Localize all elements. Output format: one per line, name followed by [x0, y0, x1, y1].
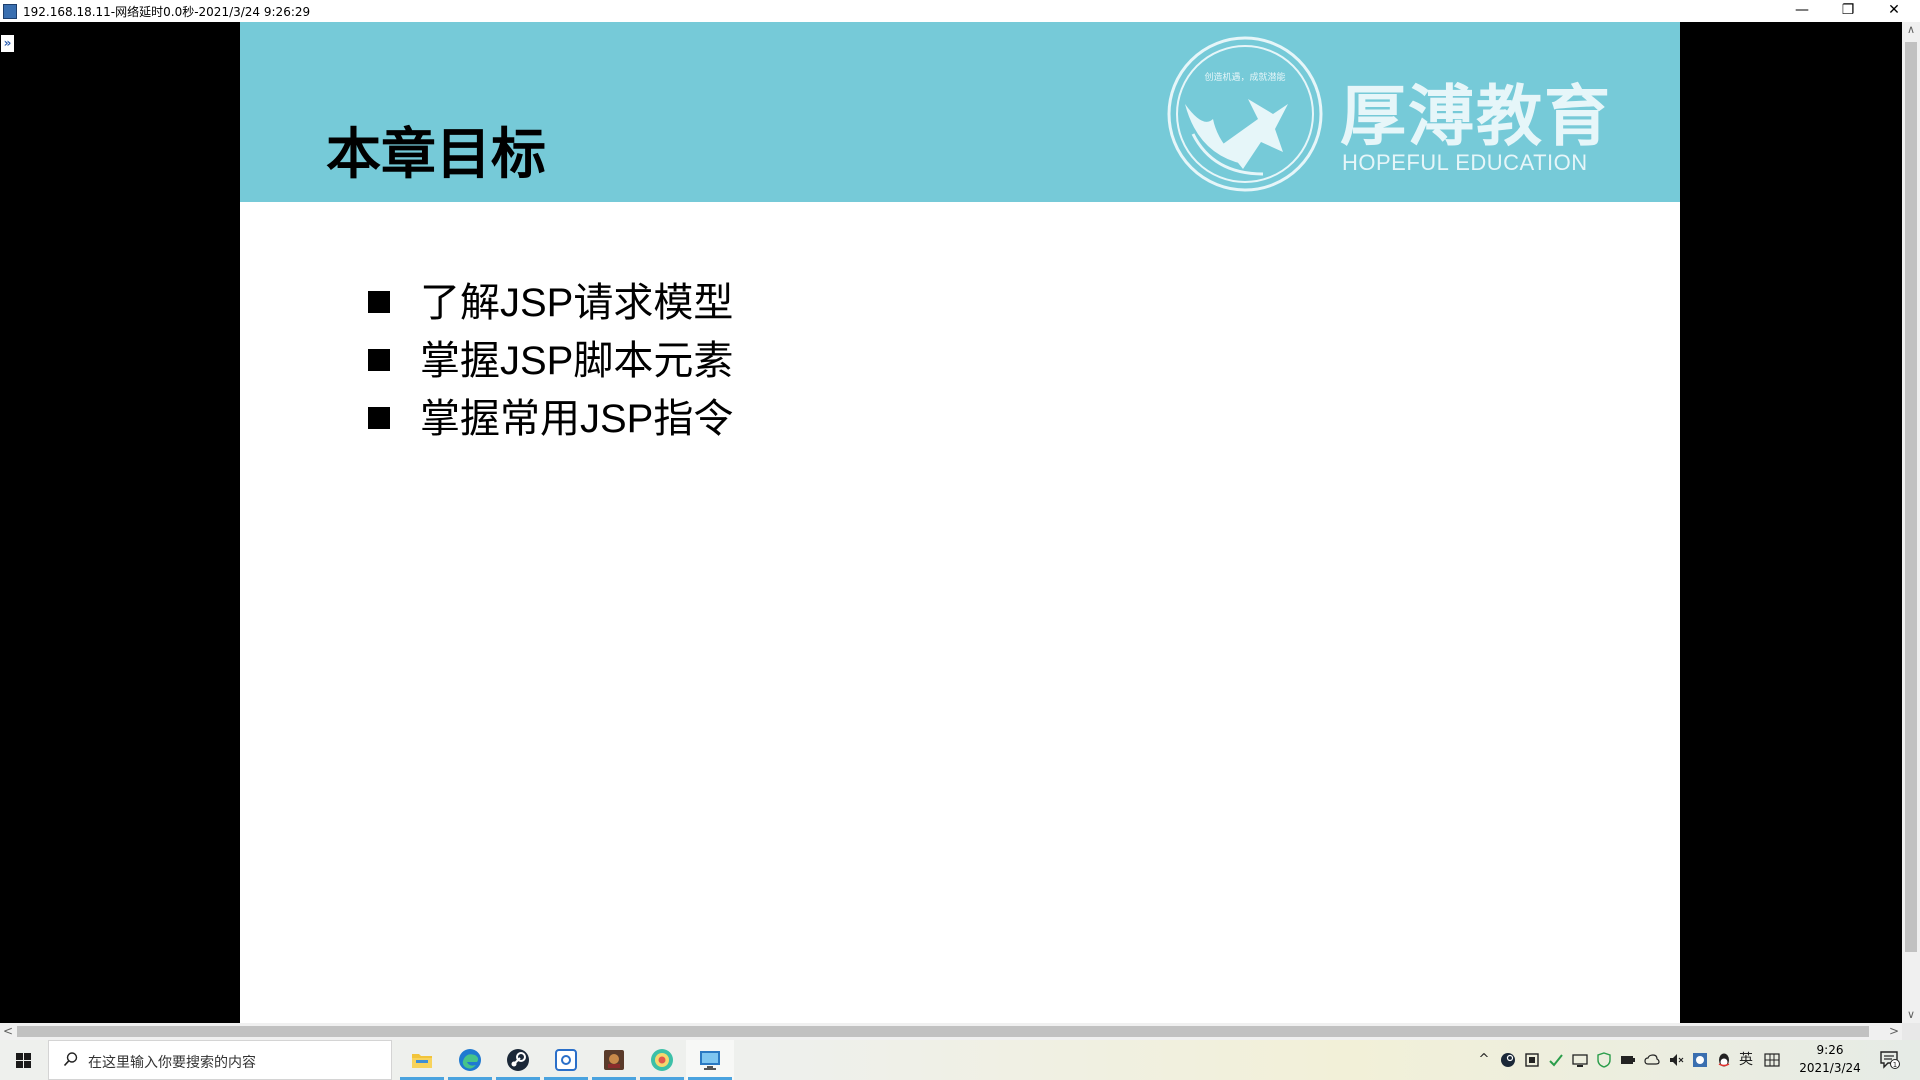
taskbar-app-game[interactable]	[590, 1040, 638, 1080]
logo-emblem-icon: 创造机遇，成就潜能	[1167, 36, 1323, 192]
scrollbar-corner	[1902, 1023, 1920, 1040]
input-mode-grid-icon[interactable]	[1764, 1052, 1780, 1068]
notification-count: 1	[1893, 1061, 1897, 1069]
security-check-icon[interactable]	[1548, 1052, 1564, 1068]
presentation-slide: 本章目标 创造机遇，成就潜能 厚溥教育 HOPEFUL EDUCATION 了解…	[240, 22, 1680, 1023]
browser-app-icon	[651, 1049, 673, 1071]
expand-toolbar-button[interactable]: »	[1, 35, 14, 52]
steam-tray-icon[interactable]	[1500, 1052, 1516, 1068]
clock-time[interactable]: 9:26	[1810, 1043, 1850, 1057]
taskbar-app-steam[interactable]	[494, 1040, 542, 1080]
show-hidden-icons-chevron-icon[interactable]: ^	[1476, 1052, 1492, 1068]
search-icon	[63, 1052, 78, 1067]
notification-center-icon[interactable]: 1	[1880, 1051, 1900, 1069]
app-tray-icon[interactable]	[1692, 1052, 1708, 1068]
slide-title: 本章目标	[326, 123, 547, 185]
start-button[interactable]	[0, 1040, 46, 1080]
scroll-right-arrow-icon[interactable]: >	[1886, 1023, 1902, 1040]
scroll-down-arrow-icon[interactable]: ∨	[1902, 1007, 1920, 1023]
app-icon	[3, 4, 17, 19]
steam-icon	[507, 1049, 529, 1071]
bullet-text: 了解JSP请求模型	[420, 281, 734, 325]
taskbar-app-file-explorer[interactable]	[398, 1040, 446, 1080]
vertical-scrollbar[interactable]: ∧ ∨	[1902, 22, 1920, 1023]
vertical-scroll-thumb[interactable]	[1905, 42, 1917, 952]
taskbar-search-box[interactable]: 在这里输入你要搜索的内容	[48, 1040, 392, 1080]
cloud-icon[interactable]	[1644, 1052, 1660, 1068]
settings-app-icon	[555, 1049, 577, 1071]
bullet-square-icon	[368, 407, 390, 429]
logo-english-text: HOPEFUL EDUCATION	[1342, 150, 1588, 175]
logo-chinese-text: 厚溥教育	[1340, 79, 1612, 153]
taskbar-app-browser[interactable]	[638, 1040, 686, 1080]
game-app-icon	[604, 1050, 624, 1070]
network-adapter-icon[interactable]	[1524, 1052, 1540, 1068]
remote-desktop-icon	[700, 1051, 720, 1070]
bullet-text: 掌握JSP脚本元素	[420, 339, 734, 383]
ime-language-indicator[interactable]: 英	[1738, 1052, 1754, 1068]
close-button[interactable]: ✕	[1872, 0, 1916, 22]
minimize-button[interactable]: —	[1780, 0, 1824, 22]
scroll-left-arrow-icon[interactable]: <	[0, 1023, 16, 1040]
taskbar-app-settings[interactable]	[542, 1040, 590, 1080]
logo-tagline: 创造机遇，成就潜能	[1204, 71, 1285, 83]
qq-tray-icon[interactable]	[1716, 1052, 1732, 1068]
scroll-up-arrow-icon[interactable]: ∧	[1902, 22, 1920, 38]
horizontal-scroll-thumb[interactable]	[17, 1026, 1869, 1037]
file-explorer-icon	[412, 1054, 432, 1068]
window-titlebar: 192.168.18.11-网络延时0.0秒-2021/3/24 9:26:29…	[0, 0, 1920, 22]
taskbar-app-remote-desktop[interactable]	[686, 1040, 734, 1080]
display-icon[interactable]	[1572, 1052, 1588, 1068]
bullet-text: 掌握常用JSP指令	[420, 397, 734, 441]
volume-muted-icon[interactable]	[1668, 1052, 1684, 1068]
taskbar-app-edge[interactable]	[446, 1040, 494, 1080]
clock-date[interactable]: 2021/3/24	[1792, 1061, 1868, 1075]
bullet-square-icon	[368, 349, 390, 371]
taskbar: 在这里输入你要搜索的内容 ^ 英 9:26 2021/3/24 1	[0, 1040, 1920, 1080]
shield-icon[interactable]	[1596, 1052, 1612, 1068]
horizontal-scrollbar[interactable]: < >	[0, 1023, 1902, 1040]
restore-button[interactable]: ❐	[1826, 0, 1870, 22]
window-title: 192.168.18.11-网络延时0.0秒-2021/3/24 9:26:29	[23, 5, 311, 19]
search-placeholder: 在这里输入你要搜索的内容	[88, 1055, 256, 1071]
edge-icon	[459, 1049, 481, 1071]
battery-icon[interactable]	[1620, 1052, 1636, 1068]
bullet-square-icon	[368, 291, 390, 313]
